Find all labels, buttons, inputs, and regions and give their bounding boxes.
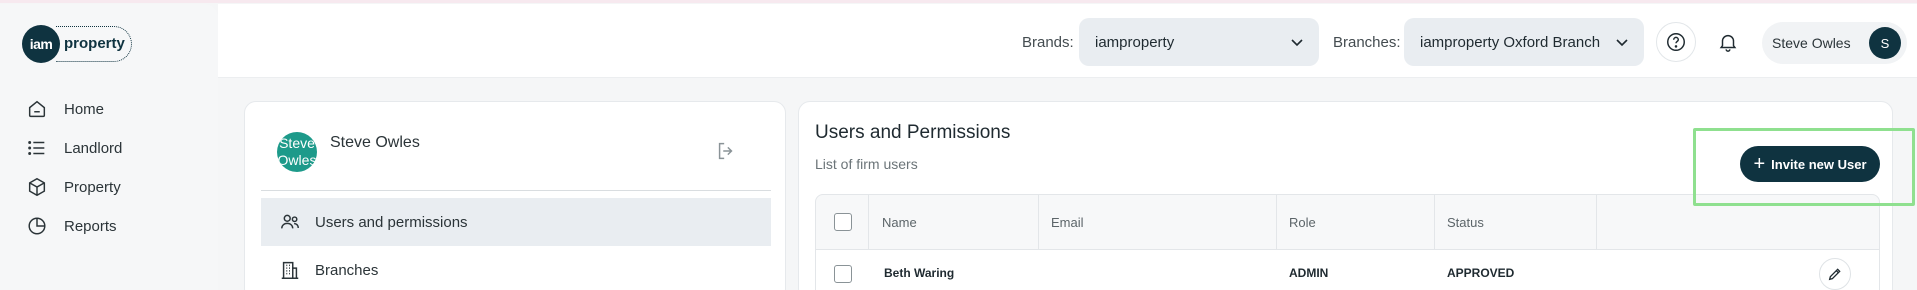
column-divider — [1596, 195, 1597, 251]
avatar: S — [1869, 27, 1901, 59]
branches-label: Branches: — [1333, 34, 1401, 51]
cell-status: APPROVED — [1447, 266, 1515, 280]
profile-avatar: Steve Owles — [277, 132, 317, 172]
sidebar-item-home[interactable]: Home — [26, 96, 104, 122]
sidebar-item-property[interactable]: Property — [26, 174, 121, 200]
notifications-button[interactable] — [1708, 22, 1748, 62]
row-checkbox[interactable] — [834, 265, 852, 283]
divider — [261, 190, 771, 191]
help-icon — [1667, 33, 1685, 51]
page-subtitle: List of firm users — [815, 156, 918, 172]
pie-chart-icon — [28, 217, 46, 235]
invite-user-button[interactable]: + Invite new User — [1740, 146, 1880, 182]
select-all-checkbox[interactable] — [834, 213, 852, 231]
invite-user-label: Invite new User — [1771, 156, 1867, 172]
profile-card: Steve Owles Steve Owles Users and permis… — [244, 101, 786, 290]
user-menu[interactable]: Steve Owles S — [1762, 22, 1907, 64]
cube-icon — [28, 177, 46, 197]
brands-select[interactable]: iamproperty — [1079, 18, 1319, 66]
brands-label: Brands: — [1022, 34, 1074, 51]
cell-role: ADMIN — [1289, 266, 1329, 280]
logo-word: property — [56, 26, 132, 62]
users-table: Name Email Role Status Beth Waring ADMIN… — [815, 194, 1880, 290]
top-header: Brands: iamproperty Branches: iampropert… — [218, 4, 1917, 78]
column-divider — [1276, 195, 1277, 251]
cell-name: Beth Waring — [884, 266, 955, 280]
sidebar-item-label: Property — [64, 178, 121, 196]
menu-item-label: Branches — [315, 261, 379, 279]
column-header-role[interactable]: Role — [1289, 215, 1316, 230]
column-divider — [868, 195, 869, 251]
branches-select-value: iamproperty Oxford Branch — [1420, 33, 1601, 51]
chevron-down-icon — [1616, 39, 1628, 47]
column-divider — [1434, 195, 1435, 251]
sidebar: iam property Home Landlord Property Repo… — [0, 4, 218, 290]
home-icon — [28, 100, 46, 118]
user-name: Steve Owles — [1772, 35, 1851, 51]
bell-icon — [1719, 34, 1737, 52]
table-header: Name Email Role Status — [815, 194, 1880, 251]
profile-name: Steve Owles — [330, 134, 420, 151]
menu-item-label: Users and permissions — [315, 213, 468, 231]
logo-mark: iam — [22, 25, 60, 63]
sidebar-item-landlord[interactable]: Landlord — [26, 135, 122, 161]
column-header-status[interactable]: Status — [1447, 215, 1484, 230]
column-header-email[interactable]: Email — [1051, 215, 1084, 230]
logout-icon[interactable] — [715, 140, 737, 162]
chevron-down-icon — [1291, 39, 1303, 47]
app-logo[interactable]: iam property — [22, 25, 132, 63]
sidebar-item-label: Home — [64, 100, 105, 118]
sidebar-item-label: Landlord — [64, 139, 123, 157]
list-icon — [28, 141, 45, 155]
sidebar-item-reports[interactable]: Reports — [26, 213, 117, 239]
pencil-icon — [1828, 268, 1841, 281]
users-panel: Users and Permissions List of firm users… — [798, 101, 1893, 290]
top-accent-line — [0, 0, 1917, 3]
sidebar-item-label: Reports — [64, 217, 117, 235]
table-row[interactable]: Beth Waring ADMIN APPROVED — [815, 250, 1880, 290]
brands-select-value: iamproperty — [1095, 33, 1175, 51]
help-button[interactable] — [1656, 22, 1696, 62]
edit-user-button[interactable] — [1819, 258, 1851, 290]
menu-item-branches[interactable]: Branches — [261, 246, 771, 290]
users-icon — [281, 214, 299, 229]
building-icon — [281, 261, 299, 279]
plus-icon: + — [1753, 153, 1766, 175]
branches-select[interactable]: iamproperty Oxford Branch — [1404, 18, 1644, 66]
page-title: Users and Permissions — [815, 122, 1011, 143]
column-header-name[interactable]: Name — [882, 215, 917, 230]
column-divider — [1038, 195, 1039, 251]
menu-item-users-permissions[interactable]: Users and permissions — [261, 198, 771, 246]
